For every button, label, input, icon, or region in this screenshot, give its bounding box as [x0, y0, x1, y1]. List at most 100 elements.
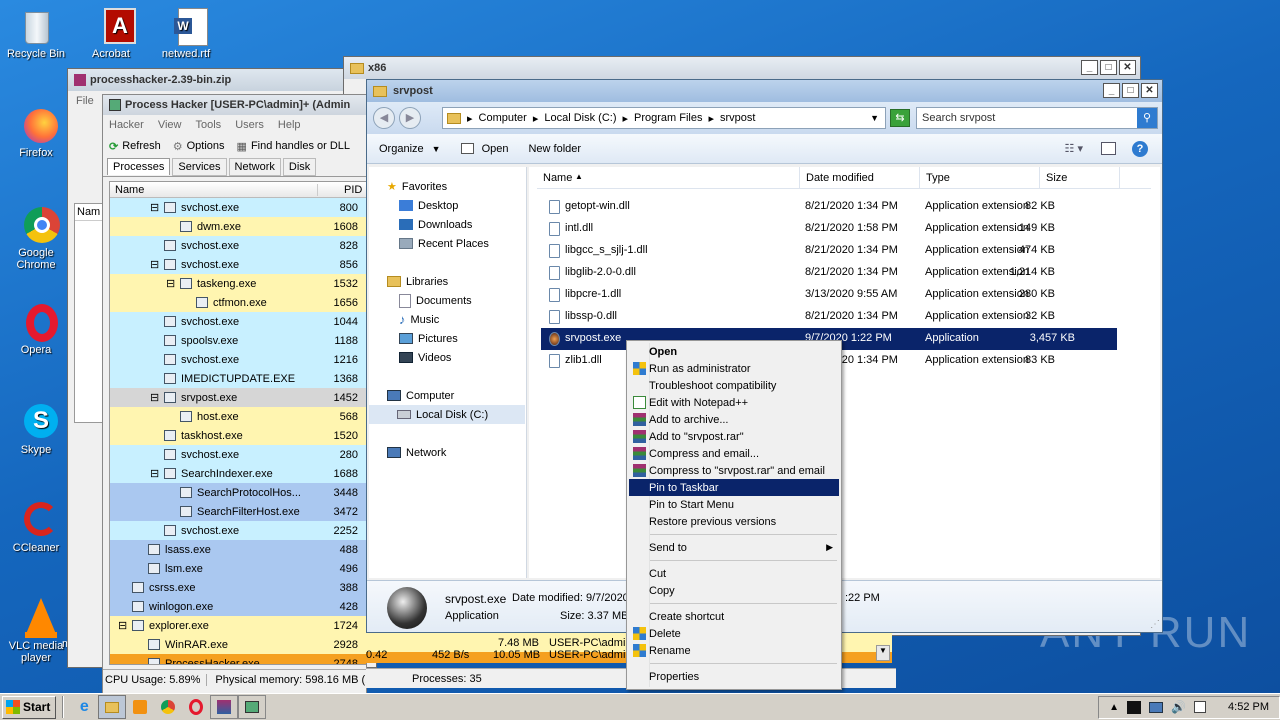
menu-item-edit-with-notepad[interactable]: Edit with Notepad++: [629, 394, 839, 411]
find-handles-button[interactable]: Find handles or DLL: [251, 140, 350, 152]
menu-item-send-to[interactable]: Send to ▶: [629, 539, 839, 556]
nav-network[interactable]: Network: [387, 443, 446, 462]
maximize-button[interactable]: □: [1100, 60, 1117, 75]
col-type[interactable]: Type: [919, 167, 950, 189]
nav-documents[interactable]: Documents: [399, 291, 472, 310]
menu-item-restore-previous-versions[interactable]: Restore previous versions: [629, 513, 839, 530]
process-row[interactable]: svchost.exe 1216: [110, 350, 366, 369]
col-date-modified[interactable]: Date modified: [799, 167, 874, 189]
clock[interactable]: 4:52 PM: [1228, 701, 1269, 713]
process-row[interactable]: winlogon.exe 428: [110, 597, 366, 616]
process-row[interactable]: csrss.exe 388: [110, 578, 366, 597]
menu-item-compress-to-srvpost-rar-and-email[interactable]: Compress to "srvpost.rar" and email: [629, 462, 839, 479]
acrobat-shortcut[interactable]: A Acrobat: [75, 6, 147, 60]
refresh-icon[interactable]: ⇆: [890, 109, 910, 127]
process-row[interactable]: spoolsv.exe 1188: [110, 331, 366, 350]
netwed-shortcut[interactable]: W netwed.rtf: [150, 6, 222, 60]
menu-help[interactable]: Help: [278, 119, 301, 131]
file-list[interactable]: Name ▲ Date modified Type Size getopt-wi…: [529, 167, 1160, 578]
close-button[interactable]: ✕: [1141, 83, 1158, 98]
nav-music[interactable]: ♪ Music: [399, 310, 439, 329]
nav-desktop[interactable]: Desktop: [399, 196, 458, 215]
start-button[interactable]: Start: [2, 695, 57, 719]
context-menu[interactable]: Open Run as administrator Troubleshoot com…: [626, 340, 842, 690]
process-row[interactable]: lsm.exe 496: [110, 559, 366, 578]
tab-disk[interactable]: Disk: [282, 157, 317, 176]
breadcrumb-computer[interactable]: Computer: [479, 112, 527, 124]
winrar-taskbar-icon[interactable]: [210, 695, 239, 719]
menu-item-run-as-administrator[interactable]: Run as administrator: [629, 360, 839, 377]
process-row[interactable]: ProcessHacker.exe 2748: [110, 654, 366, 664]
menu-item-properties[interactable]: Properties: [629, 668, 839, 685]
recycle-bin-shortcut[interactable]: Recycle Bin: [0, 6, 72, 60]
tree-expander[interactable]: ⊟: [150, 467, 162, 480]
menu-item-delete[interactable]: Delete: [629, 625, 839, 642]
tray-expand-icon[interactable]: ▲: [1109, 702, 1119, 713]
breadcrumb-program-files[interactable]: Program Files: [634, 112, 702, 124]
process-row[interactable]: IMEDICTUPDATE.EXE 1368: [110, 369, 366, 388]
process-row[interactable]: lsass.exe 488: [110, 540, 366, 559]
tree-expander[interactable]: ⊟: [150, 258, 162, 271]
menu-item-add-to-srvpost-rar[interactable]: Add to "srvpost.rar": [629, 428, 839, 445]
tab-network[interactable]: Network: [228, 157, 281, 176]
col-name[interactable]: Name: [110, 183, 318, 196]
network-tray-icon[interactable]: [1149, 701, 1164, 713]
file-row[interactable]: libssp-0.dll 8/21/2020 1:34 PM Application…: [529, 306, 1109, 328]
breadcrumb-local-disk[interactable]: Local Disk (C:): [544, 112, 616, 124]
process-row[interactable]: ⊟ srvpost.exe 1452: [110, 388, 366, 407]
options-button[interactable]: Options: [187, 140, 225, 152]
col-size[interactable]: Size: [1039, 167, 1067, 189]
file-row[interactable]: libgcc_s_sjlj-1.dll 8/21/2020 1:34 PM Appl…: [529, 240, 1109, 262]
menu-tools[interactable]: Tools: [196, 119, 222, 131]
open-button[interactable]: Open: [482, 143, 509, 155]
minimize-button[interactable]: _: [1103, 83, 1120, 98]
maximize-button[interactable]: □: [1122, 83, 1139, 98]
menu-item-troubleshoot-compatibility[interactable]: Troubleshoot compatibility: [629, 377, 839, 394]
process-row[interactable]: ⊟ svchost.exe 856: [110, 255, 366, 274]
process-row[interactable]: ⊟ svchost.exe 800: [110, 198, 366, 217]
col-name[interactable]: Name: [543, 172, 572, 184]
process-row[interactable]: SearchFilterHost.exe 3472: [110, 502, 366, 521]
menu-item-rename[interactable]: Rename: [629, 642, 839, 659]
skype-shortcut[interactable]: S Skype: [0, 402, 72, 456]
process-row[interactable]: ⊟ taskeng.exe 1532: [110, 274, 366, 293]
resize-grip[interactable]: ⋰: [1150, 619, 1160, 630]
opera-taskbar-icon[interactable]: [182, 695, 210, 719]
search-input[interactable]: Search srvpost ⚲: [916, 107, 1158, 129]
organize-button[interactable]: Organize: [379, 143, 424, 155]
menu-hacker[interactable]: Hacker: [109, 119, 144, 131]
address-bar[interactable]: ▸ Computer ▸ Local Disk (C:) ▸ Program F…: [442, 107, 886, 129]
close-button[interactable]: ✕: [1119, 60, 1136, 75]
refresh-button[interactable]: Refresh: [122, 140, 161, 152]
tab-processes[interactable]: Processes: [107, 158, 171, 175]
nav-favorites[interactable]: ★ Favorites: [387, 177, 447, 196]
menu-item-create-shortcut[interactable]: Create shortcut: [629, 608, 839, 625]
help-icon[interactable]: ?: [1132, 140, 1148, 157]
scroll-down-button[interactable]: ▼: [876, 645, 890, 661]
menu-item-pin-to-taskbar[interactable]: Pin to Taskbar: [629, 479, 839, 496]
tree-expander[interactable]: ⊟: [150, 201, 162, 214]
file-row[interactable]: intl.dll 8/21/2020 1:58 PM Application ext…: [529, 218, 1109, 240]
process-row[interactable]: svchost.exe 2252: [110, 521, 366, 540]
process-row[interactable]: taskhost.exe 1520: [110, 426, 366, 445]
file-row[interactable]: libpcre-1.dll 3/13/2020 9:55 AM Applicatio…: [529, 284, 1109, 306]
menu-item-add-to-archive[interactable]: Add to archive...: [629, 411, 839, 428]
view-options-icon[interactable]: ☷ ▾: [1065, 142, 1083, 155]
process-row[interactable]: ⊟ SearchIndexer.exe 1688: [110, 464, 366, 483]
process-hacker-window[interactable]: Process Hacker [USER-PC\admin]+ (Admin H…: [102, 94, 367, 693]
nav-pictures[interactable]: Pictures: [399, 329, 458, 348]
nav-downloads[interactable]: Downloads: [399, 215, 472, 234]
process-row[interactable]: host.exe 568: [110, 407, 366, 426]
zip-col-name[interactable]: Nam: [75, 204, 103, 221]
process-tree[interactable]: Name PID ⊟ svchost.exe 800 dwm.exe 1608 svcho…: [109, 181, 366, 665]
col-pid[interactable]: PID: [318, 184, 366, 196]
process-row[interactable]: svchost.exe 828: [110, 236, 366, 255]
menu-item-pin-to-start-menu[interactable]: Pin to Start Menu: [629, 496, 839, 513]
minimize-button[interactable]: _: [1081, 60, 1098, 75]
menu-view[interactable]: View: [158, 119, 182, 131]
nav-recent-places[interactable]: Recent Places: [399, 234, 489, 253]
process-row[interactable]: WinRAR.exe 2928: [110, 635, 366, 654]
navigation-pane[interactable]: ★ Favorites Desktop Downloads Recent Plac…: [369, 167, 527, 578]
search-icon[interactable]: ⚲: [1137, 108, 1157, 128]
nav-videos[interactable]: Videos: [399, 348, 451, 367]
